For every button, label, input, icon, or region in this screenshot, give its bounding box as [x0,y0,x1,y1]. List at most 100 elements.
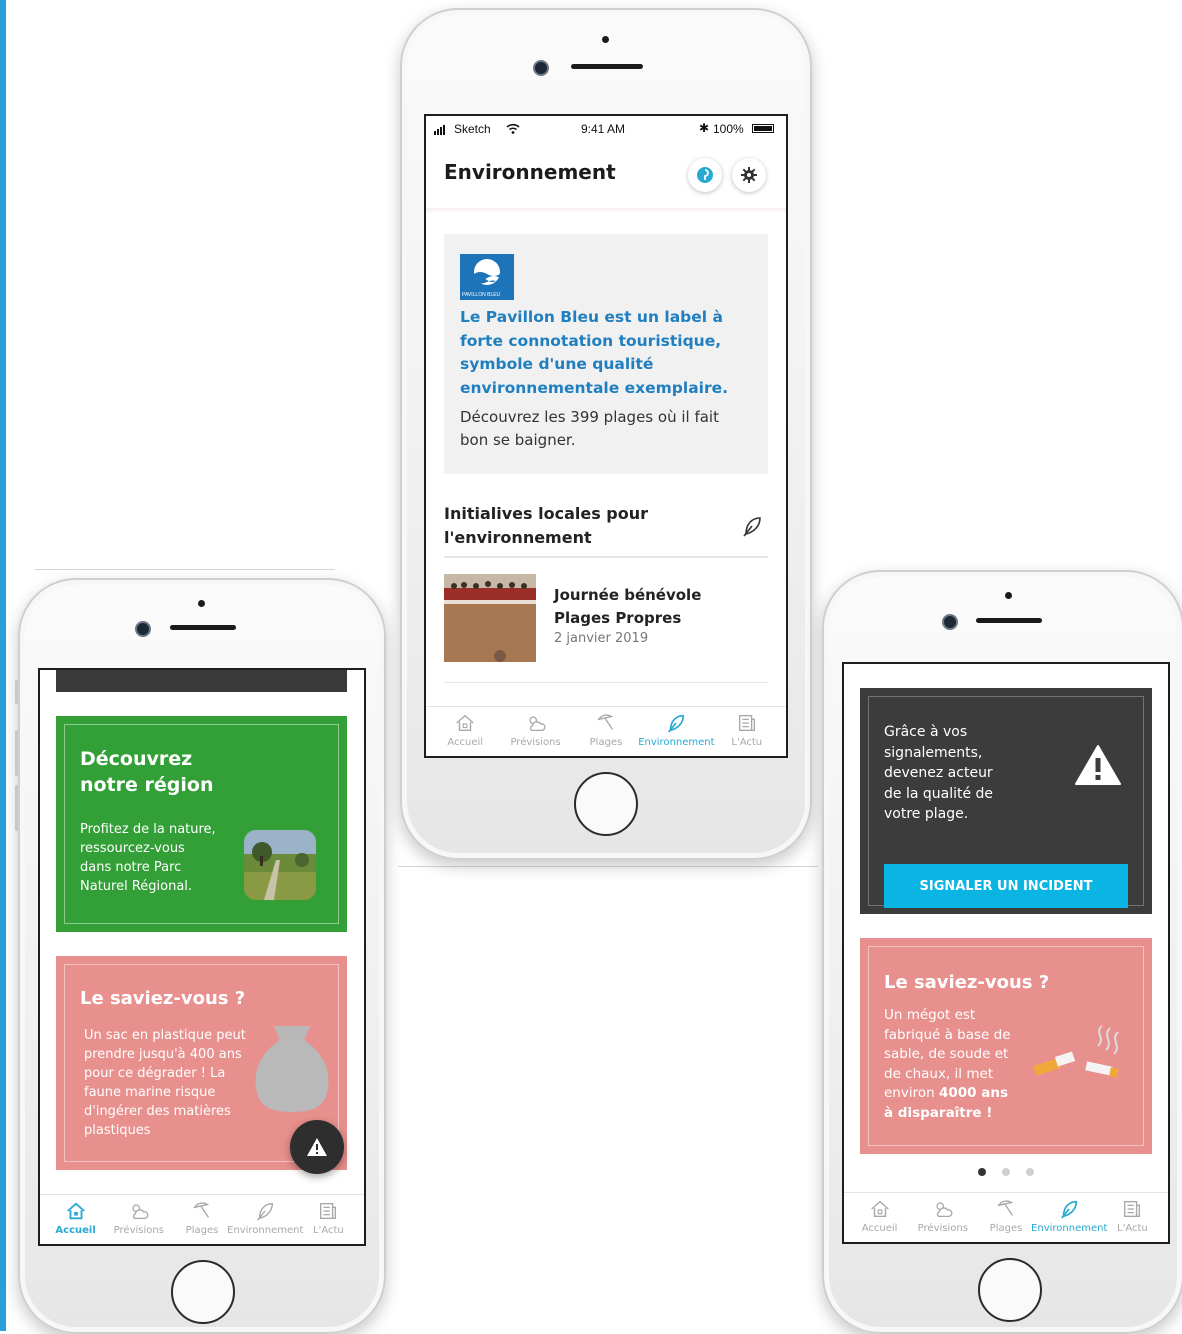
leaf-icon [257,1202,274,1221]
pavillon-bleu-title: Le Pavillon Bleu est un label à forte co… [460,308,729,397]
battery-icon [752,124,774,133]
tab-accueil[interactable]: Accueil [848,1198,911,1234]
page-title: Environnement [444,160,616,184]
tab-accueil[interactable]: Accueil [430,712,500,748]
bluetooth-icon: ✱ [699,121,710,135]
news-title[interactable]: Journée bénévole Plages Propres [554,584,701,630]
tab-environnement[interactable]: Environnement [638,712,715,748]
tab-bar: Accueil Prévisions Plages Environnement … [844,1192,1168,1242]
proximity-sensor [602,36,609,43]
front-camera [533,60,549,76]
region-card-text: Profitez de la nature, ressourcez-vous d… [80,822,216,894]
tab-plages[interactable]: Plages [974,1198,1037,1234]
leaf-icon [668,714,685,733]
speaker [170,625,236,630]
tab-environnement[interactable]: Environnement [1031,1198,1107,1234]
news-date: 2 janvier 2019 [554,631,649,646]
pavillon-bleu-text: Découvrez les 399 plages où il fait bon … [460,408,719,449]
fact-card-cigarette: Le saviez-vous ? Un mégot est fabriqué à… [860,938,1152,1154]
weather-icon [528,716,546,731]
divider-line-center [398,866,818,867]
carrier-label: Sketch [454,122,491,136]
header-shadow [426,208,786,214]
screen-right: Grâce à vos signalements, devenez acteur… [842,662,1170,1244]
tab-previsions[interactable]: Prévisions [500,712,570,748]
side-button [15,730,18,776]
pavillon-bleu-card[interactable]: PAVILLON BLEU Le Pavillon Bleu est un la… [444,234,768,474]
fact-card-title: Le saviez-vous ? [80,988,246,1009]
speaker [571,64,643,69]
tab-plages[interactable]: Plages [571,712,641,748]
front-camera [942,614,958,630]
proximity-sensor [1005,592,1012,599]
news-icon [738,714,755,732]
warning-icon [1075,745,1121,785]
news-divider [444,682,768,683]
news-thumbnail [444,574,536,662]
tab-lactu[interactable]: L'Actu [1101,1198,1164,1234]
gear-icon [741,167,757,183]
dark-card-edge [56,670,347,692]
beach-umbrella-icon [597,714,614,730]
leaf-icon [1061,1200,1078,1219]
warning-icon [307,1138,327,1156]
tab-lactu[interactable]: L'Actu [297,1200,360,1236]
tab-previsions[interactable]: Prévisions [911,1198,974,1234]
tab-environnement[interactable]: Environnement [227,1200,303,1236]
news-icon [320,1202,337,1220]
cigarette-icon [1033,1025,1119,1078]
beach-umbrella-icon [997,1200,1014,1216]
fact-card-text: Un sac en plastique peut prendre jusqu'à… [84,1028,246,1138]
side-button [15,785,18,831]
tab-bar: Accueil Prévisions Plages Environnement … [426,706,786,756]
news-icon [1124,1200,1141,1218]
home-icon [66,1202,85,1220]
proximity-sensor [198,600,205,607]
front-camera [135,621,151,637]
discover-region-card[interactable]: Découvrez notre région Profitez de la na… [56,716,347,932]
speaker [976,618,1042,623]
side-button [15,680,18,704]
edge-strip [0,0,6,1331]
home-icon [870,1200,889,1218]
beach-umbrella-icon [193,1202,210,1218]
report-incident-button[interactable]: SIGNALER UN INCIDENT [884,864,1128,908]
leaf-icon [743,517,761,537]
home-button[interactable] [171,1260,235,1324]
tab-plages[interactable]: Plages [170,1200,233,1236]
phone-center: Sketch 9:41 AM ✱ 100% Environnement PAVI… [400,8,812,860]
phone-right: Grâce à vos signalements, devenez acteur… [822,570,1182,1334]
incident-card-text: Grâce à vos signalements, devenez acteur… [884,724,994,822]
weather-icon [936,1202,953,1217]
screen-left: Découvrez notre région Profitez de la na… [38,668,366,1246]
phone-left: Découvrez notre région Profitez de la na… [15,578,386,1334]
tab-lactu[interactable]: L'Actu [712,712,782,748]
wifi-icon [506,123,520,134]
fact-card-title: Le saviez-vous ? [884,972,1050,993]
section-divider [444,556,768,558]
fact-card-text: Un mégot est fabriqué à base de sable, d… [884,1007,1011,1121]
logo-text: PAVILLON BLEU [462,292,501,298]
tab-accueil[interactable]: Accueil [44,1200,107,1236]
location-button[interactable] [688,158,722,192]
home-icon [456,714,474,732]
time-label: 9:41 AM [581,122,626,136]
battery-label: 100% [713,122,744,136]
section-title: Initialives locales pour l'environnement [444,504,649,547]
divider-line-left [35,569,335,570]
home-button[interactable] [574,772,638,836]
report-incident-fab[interactable] [290,1120,344,1174]
pager-dot[interactable] [1026,1168,1034,1176]
pager-dot-active[interactable] [978,1168,986,1176]
status-bar: Sketch 9:41 AM ✱ 100% [426,116,786,142]
pager-dot[interactable] [1002,1168,1010,1176]
home-button[interactable] [978,1258,1042,1322]
tab-previsions[interactable]: Prévisions [107,1200,170,1236]
plastic-bag-icon [255,1026,329,1112]
settings-button[interactable] [732,158,766,192]
screen-center: Sketch 9:41 AM ✱ 100% Environnement PAVI… [424,114,788,758]
region-card-title: Découvrez notre région [80,748,214,796]
pin-icon [697,167,713,183]
region-landscape-image [244,830,316,900]
weather-icon [132,1204,149,1219]
